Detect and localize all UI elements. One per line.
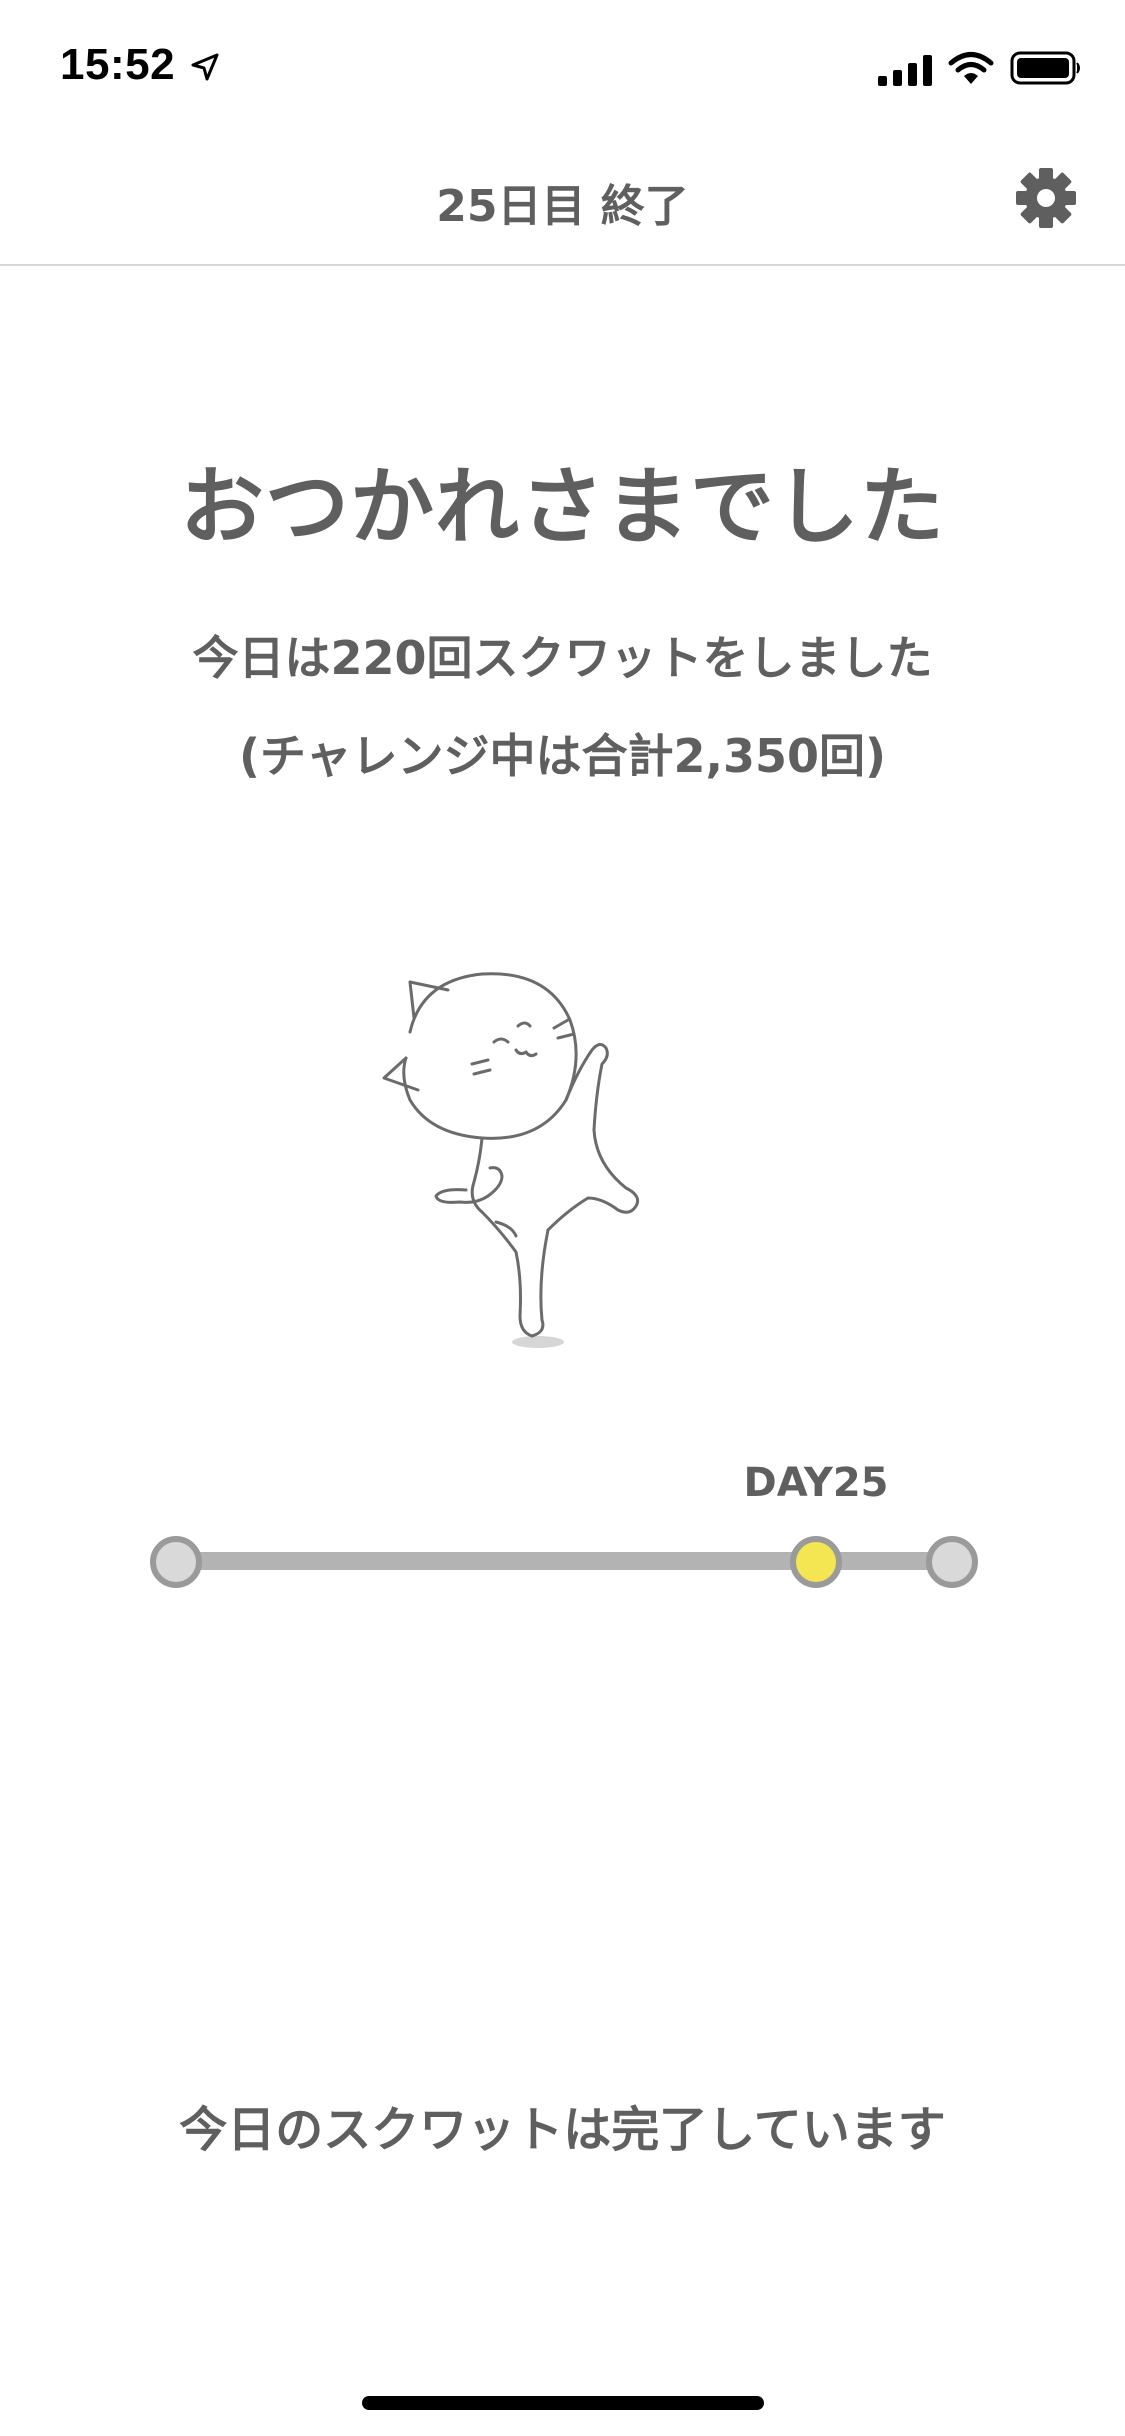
battery-icon: [1010, 51, 1080, 85]
dancing-cat-illustration: [382, 972, 640, 1348]
gear-icon[interactable]: [1010, 162, 1082, 234]
completion-heading: おつかれさまでした: [179, 458, 945, 556]
completion-message: 今日のスクワットは完了しています: [179, 2102, 946, 2158]
page-title: 25日目 終了: [436, 181, 689, 232]
status-bar: 15:52: [0, 0, 1125, 132]
location-arrow-icon: [191, 53, 219, 81]
wifi-icon: [948, 52, 994, 84]
home-indicator[interactable]: [362, 2396, 764, 2410]
navigation-bar: 25日目 終了: [0, 132, 1125, 266]
progress-node-current: [790, 1536, 842, 1588]
current-day-label: DAY25: [743, 1460, 889, 1506]
today-squat-count: 今日は220回スクワットをしました: [192, 631, 933, 685]
status-time: 15:52: [60, 40, 176, 89]
progress-node-end: [926, 1536, 978, 1588]
progress-node-start: [150, 1536, 202, 1588]
challenge-progress: DAY25: [150, 1460, 980, 1610]
challenge-total: (チャレンジ中は合計2,350回): [238, 729, 887, 783]
signal-icon: [878, 55, 932, 86]
